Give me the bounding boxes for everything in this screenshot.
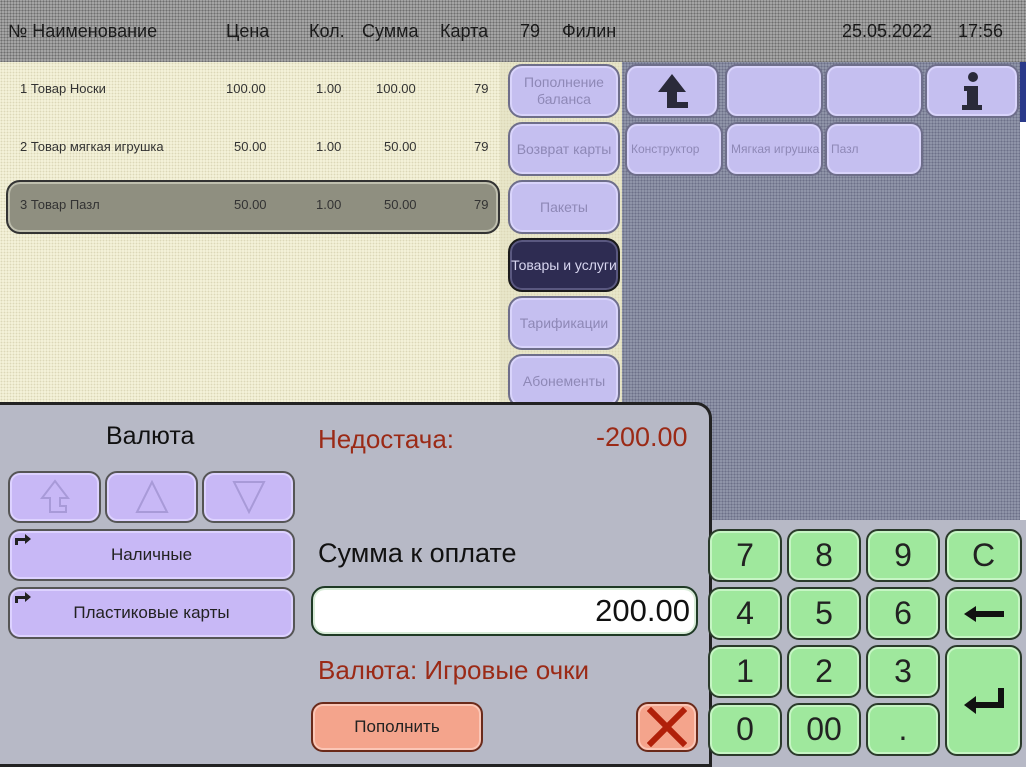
column-header-name: № Наименование bbox=[8, 21, 158, 41]
category-goods-services[interactable]: Товары и услуги bbox=[508, 238, 620, 292]
date-display: 25.05.2022 bbox=[842, 21, 933, 41]
card-number: 79 bbox=[520, 21, 541, 41]
enter-icon bbox=[963, 687, 1004, 714]
info-icon bbox=[962, 72, 982, 110]
product-item-puzzle[interactable]: Пазл bbox=[825, 122, 923, 176]
page-up-icon bbox=[39, 479, 70, 513]
product-slot-empty[interactable] bbox=[825, 64, 923, 118]
key-dot[interactable]: . bbox=[866, 703, 940, 756]
cancel-button[interactable] bbox=[636, 702, 698, 752]
cashier-name: Филин bbox=[562, 21, 617, 41]
row-price: 50.00 bbox=[234, 197, 267, 212]
column-header-card: Карта bbox=[440, 21, 489, 41]
key-backspace[interactable] bbox=[945, 587, 1022, 640]
row-card: 79 bbox=[474, 139, 489, 154]
column-header-qty: Кол. bbox=[309, 21, 345, 41]
scroll-up-button[interactable] bbox=[105, 471, 198, 523]
category-packages[interactable]: Пакеты bbox=[508, 180, 620, 234]
key-enter[interactable] bbox=[945, 645, 1022, 756]
column-header-price: Цена bbox=[226, 21, 270, 41]
key-0[interactable]: 0 bbox=[708, 703, 782, 756]
time-display: 17:56 bbox=[958, 21, 1004, 41]
key-9[interactable]: 9 bbox=[866, 529, 940, 582]
product-item-soft-toy[interactable]: Мягкая игрушка bbox=[725, 122, 823, 176]
currency-title: Валюта bbox=[106, 422, 195, 450]
row-name: 1 Товар Носки bbox=[20, 81, 106, 96]
row-sum: 50.00 bbox=[384, 139, 417, 154]
key-4[interactable]: 4 bbox=[708, 587, 782, 640]
page-up-button[interactable] bbox=[8, 471, 101, 523]
key-8[interactable]: 8 bbox=[787, 529, 861, 582]
category-card-return[interactable]: Возврат карты bbox=[508, 122, 620, 176]
row-qty: 1.00 bbox=[316, 197, 342, 212]
backspace-arrow-icon bbox=[963, 605, 1004, 622]
key-clear[interactable]: C bbox=[945, 529, 1022, 582]
key-6[interactable]: 6 bbox=[866, 587, 940, 640]
payment-method-label: Наличные bbox=[110, 545, 193, 564]
key-3[interactable]: 3 bbox=[866, 645, 940, 698]
edge-scrollbar bbox=[1020, 62, 1026, 122]
selected-arrow-icon bbox=[15, 592, 31, 603]
amount-input[interactable]: 200.00 bbox=[311, 586, 698, 636]
triangle-down-icon bbox=[231, 481, 266, 515]
up-level-button[interactable] bbox=[625, 64, 719, 118]
amount-value: 200.00 bbox=[595, 593, 690, 628]
payment-method-cash[interactable]: Наличные bbox=[8, 529, 295, 581]
row-qty: 1.00 bbox=[316, 81, 342, 96]
receipt-list[interactable]: 1 Товар Носки 100.00 1.00 100.00 79 2 То… bbox=[0, 62, 500, 404]
row-card: 79 bbox=[474, 197, 489, 212]
topup-button[interactable]: Пополнить bbox=[311, 702, 483, 752]
key-1[interactable]: 1 bbox=[708, 645, 782, 698]
key-2[interactable]: 2 bbox=[787, 645, 861, 698]
triangle-up-icon bbox=[134, 479, 169, 513]
shortage-value: -200.00 bbox=[596, 422, 688, 452]
row-price: 50.00 bbox=[234, 139, 267, 154]
currency-line: Валюта: Игровые очки bbox=[318, 655, 590, 685]
selected-arrow-icon bbox=[15, 534, 31, 545]
payment-method-cards[interactable]: Пластиковые карты bbox=[8, 587, 295, 639]
scroll-down-button[interactable] bbox=[202, 471, 295, 523]
product-slot-empty[interactable] bbox=[725, 64, 823, 118]
category-column: Пополнение баланса Возврат карты Пакеты … bbox=[500, 62, 622, 408]
column-header-sum: Сумма bbox=[362, 21, 419, 41]
category-subscriptions[interactable]: Абонементы bbox=[508, 354, 620, 408]
info-button[interactable] bbox=[925, 64, 1019, 118]
row-sum: 50.00 bbox=[384, 197, 417, 212]
category-tariffs[interactable]: Тарификации bbox=[508, 296, 620, 350]
row-card: 79 bbox=[474, 81, 489, 96]
row-price: 100.00 bbox=[226, 81, 266, 96]
category-topup-balance[interactable]: Пополнение баланса bbox=[508, 64, 620, 118]
receipt-row[interactable]: 1 Товар Носки 100.00 1.00 100.00 79 bbox=[6, 64, 496, 114]
close-icon bbox=[647, 707, 687, 747]
topup-label: Пополнить bbox=[354, 717, 440, 736]
receipt-row-selected[interactable]: 3 Товар Пазл 50.00 1.00 50.00 79 bbox=[6, 180, 500, 234]
row-sum: 100.00 bbox=[376, 81, 416, 96]
shortage-label: Недостача: bbox=[318, 424, 455, 454]
key-5[interactable]: 5 bbox=[787, 587, 861, 640]
key-00[interactable]: 00 bbox=[787, 703, 861, 756]
row-name: 3 Товар Пазл bbox=[20, 197, 100, 212]
key-7[interactable]: 7 bbox=[708, 529, 782, 582]
receipt-row[interactable]: 2 Товар мягкая игрушка 50.00 1.00 50.00 … bbox=[6, 122, 496, 172]
up-arrow-icon bbox=[658, 74, 688, 108]
amount-due-label: Сумма к оплате bbox=[318, 538, 517, 568]
payment-method-label: Пластиковые карты bbox=[73, 603, 230, 622]
row-qty: 1.00 bbox=[316, 139, 342, 154]
row-name: 2 Товар мягкая игрушка bbox=[20, 139, 164, 154]
header-bar: № Наименование Цена Кол. Сумма Карта 79 … bbox=[0, 0, 1026, 62]
product-item-constructor[interactable]: Конструктор bbox=[625, 122, 723, 176]
